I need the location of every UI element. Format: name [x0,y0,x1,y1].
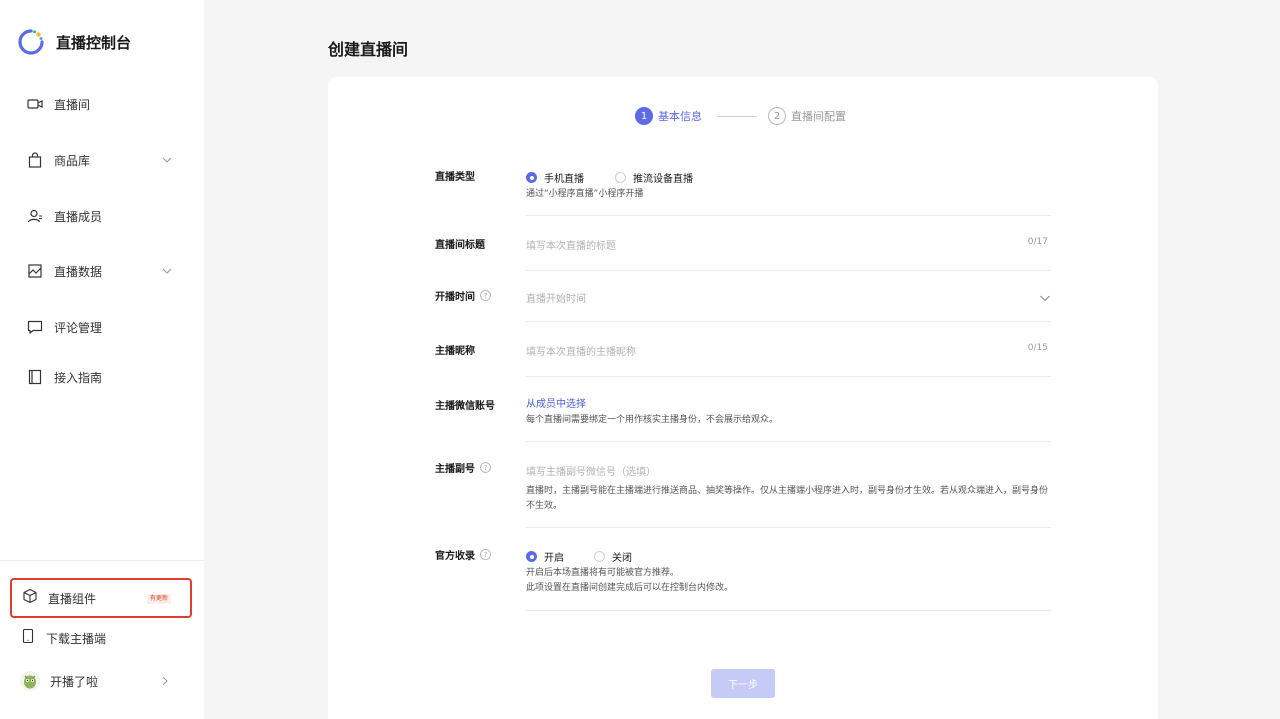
shopping-bag-icon [26,151,44,169]
download-app-item[interactable]: 下载主播端 [10,618,192,658]
video-camera-icon [26,95,44,113]
start-time-select[interactable]: 直播开始时间 [526,290,586,305]
form-card: 1 基本信息 2 直播间配置 直播类型 手机直播 推流设备直播 通过“小程序直播… [328,77,1158,719]
users-icon [26,207,44,225]
nickname-counter: 0/15 [1027,343,1048,353]
sidebar-item-label: 直播间 [54,97,91,112]
radio-stream-device-live[interactable]: 推流设备直播 [615,170,693,185]
start-time-underline [526,321,1051,322]
mobile-phone-icon [20,628,36,648]
radio-label: 开启 [544,553,564,564]
radio-official-off[interactable]: 关闭 [594,549,632,564]
sidebar-item-label: 接入指南 [54,370,103,385]
title-counter: 0/17 [1027,237,1048,247]
title-input-underline [526,270,1051,271]
sidebar: 直播控制台 直播间 商品库 直播成员 直播数据 评论管理 接入指南 直播组件 有… [0,0,204,719]
user-avatar-icon [20,671,40,691]
start-time-label: 开播时间? [435,288,491,303]
chevron-right-icon[interactable] [158,674,172,688]
live-type-label: 直播类型 [435,172,475,183]
sidebar-item-products[interactable]: 商品库 [0,140,204,180]
sub-account-label: 主播副号? [435,460,491,475]
user-menu-item[interactable]: 开播了啦 [10,661,192,701]
radio-mobile-live[interactable]: 手机直播 [526,170,584,185]
official-label: 官方收录? [435,547,491,562]
wechat-account-hint: 每个直播间需要绑定一个用作核实主播身份，不会展示给观众。 [526,415,779,425]
stepper: 1 基本信息 2 直播间配置 [635,106,846,126]
official-hint-1: 开启后本场直播将有可能被官方推荐。 [526,568,680,578]
brand[interactable]: 直播控制台 [16,27,131,57]
official-hint-2: 此项设置在直播间创建完成后可以在控制台内修改。 [526,583,734,593]
divider [526,610,1051,611]
brand-title: 直播控制台 [56,33,132,52]
download-app-label: 下载主播端 [46,631,107,646]
chevron-down-icon[interactable] [1038,291,1052,305]
divider [526,527,1051,528]
sidebar-item-label: 商品库 [54,153,91,168]
page-title: 创建直播间 [328,40,409,59]
sidebar-item-comments[interactable]: 评论管理 [0,307,204,347]
divider [526,215,1051,216]
wechat-account-label: 主播微信账号 [435,401,495,412]
help-icon[interactable]: ? [480,290,491,301]
radio-dot [615,172,626,183]
step-2-number: 2 [768,107,786,125]
step-1-number: 1 [635,107,653,125]
chevron-down-icon[interactable] [160,153,174,167]
comment-icon [26,318,44,336]
sidebar-item-label: 评论管理 [54,320,103,335]
nickname-label: 主播昵称 [435,346,475,357]
sidebar-item-live-room[interactable]: 直播间 [0,84,204,124]
next-step-button[interactable]: 下一步 [711,669,775,698]
sub-account-input[interactable]: 填写主播副号微信号（选填） [526,463,656,478]
chart-image-icon [26,262,44,280]
sidebar-item-label: 直播数据 [54,264,103,279]
sidebar-item-data[interactable]: 直播数据 [0,251,204,291]
divider [526,441,1051,442]
step-2-label: 直播间配置 [791,110,846,123]
user-name: 开播了啦 [50,674,99,689]
radio-label: 关闭 [612,553,632,564]
radio-label: 手机直播 [544,174,584,185]
step-1-label: 基本信息 [658,110,702,123]
help-icon[interactable]: ? [480,462,491,473]
update-badge: 有更新 [147,594,172,604]
sub-account-hint: 直播时，主播副号能在主播端进行推送商品、抽奖等操作。仅从主播端小程序进入时，副号… [526,486,1049,511]
sidebar-item-label: 直播成员 [54,209,103,224]
nickname-input[interactable]: 填写本次直播的主播昵称 [526,343,636,358]
help-icon[interactable]: ? [480,549,491,560]
live-component-item[interactable]: 直播组件 有更新 [10,578,192,618]
step-connector [717,115,757,117]
nickname-underline [526,376,1051,377]
radio-dot-selected [526,172,537,183]
radio-label: 推流设备直播 [633,174,693,185]
book-icon [26,368,44,386]
select-from-members-link[interactable]: 从成员中选择 [526,395,586,410]
live-component-label: 直播组件 [48,591,97,606]
title-label: 直播间标题 [435,240,485,251]
sidebar-divider [0,560,204,561]
chevron-down-icon[interactable] [160,264,174,278]
spinner-logo-icon [18,29,44,55]
sidebar-item-guide[interactable]: 接入指南 [0,357,204,397]
sidebar-item-members[interactable]: 直播成员 [0,196,204,236]
radio-dot-selected [526,551,537,562]
radio-official-on[interactable]: 开启 [526,549,564,564]
radio-dot [594,551,605,562]
cube-icon [22,588,38,608]
live-type-hint: 通过“小程序直播”小程序开播 [526,189,644,199]
title-input[interactable]: 填写本次直播的标题 [526,237,616,252]
